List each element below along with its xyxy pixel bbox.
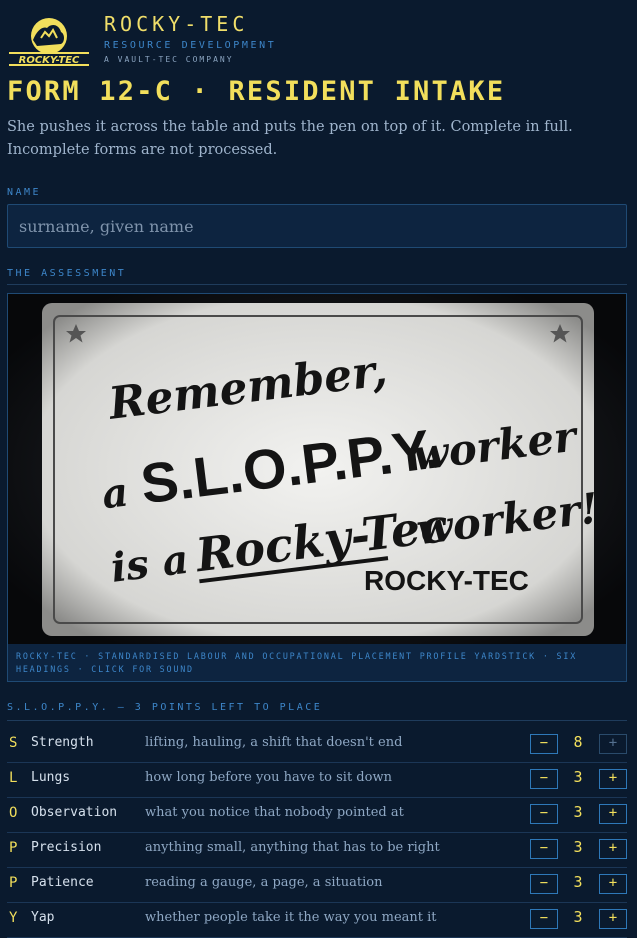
- stat-row: P Precision anything small, anything that …: [7, 832, 627, 868]
- increment-button[interactable]: +: [599, 734, 627, 754]
- stat-name: Strength: [31, 735, 94, 750]
- increment-button[interactable]: +: [599, 839, 627, 859]
- stat-letter: P: [9, 840, 18, 856]
- logo-text: ROCKY-TEC: [19, 55, 80, 66]
- stat-value: 3: [573, 873, 583, 891]
- stat-letter: O: [9, 805, 18, 821]
- stat-row: Y Yap whether people take it the way you m…: [7, 902, 627, 938]
- rocky-tec-logo: ROCKY-TEC: [7, 14, 91, 66]
- stat-value: 3: [573, 908, 583, 926]
- stat-letter: Y: [9, 910, 18, 926]
- stat-name: Lungs: [31, 770, 71, 785]
- stat-letter: L: [9, 770, 18, 786]
- stat-name: Patience: [31, 875, 94, 890]
- stat-name: Yap: [31, 910, 55, 925]
- stat-description: lifting, hauling, a shift that doesn't e…: [145, 735, 403, 750]
- poster-caption: ROCKY-TEC · STANDARDISED LABOUR AND OCCU…: [16, 651, 578, 674]
- name-label: NAME: [7, 187, 42, 198]
- stat-row: P Patience reading a gauge, a page, a situ…: [7, 867, 627, 903]
- name-input[interactable]: [7, 204, 627, 248]
- stat-letter: S: [9, 735, 18, 751]
- divider: [7, 284, 627, 285]
- increment-button[interactable]: +: [599, 804, 627, 824]
- stat-row: L Lungs how long before you have to sit do…: [7, 762, 627, 798]
- stat-value: 8: [573, 733, 583, 751]
- stat-value: 3: [573, 803, 583, 821]
- stat-row: S Strength lifting, hauling, a shift that …: [7, 727, 627, 763]
- stat-value: 3: [573, 768, 583, 786]
- assessment-label: THE ASSESSMENT: [7, 268, 127, 279]
- brand-subtitle: RESOURCE DEVELOPMENT: [104, 40, 277, 51]
- stat-description: whether people take it the way you meant…: [145, 910, 437, 925]
- increment-button[interactable]: +: [599, 874, 627, 894]
- brand-name: ROCKY-TEC: [104, 12, 249, 36]
- decrement-button[interactable]: −: [530, 804, 558, 824]
- form-title: FORM 12-C · RESIDENT INTAKE: [7, 76, 506, 107]
- poster-line-3a: is a: [108, 536, 191, 592]
- stat-value: 3: [573, 838, 583, 856]
- increment-button[interactable]: +: [599, 909, 627, 929]
- poster-brand: ROCKY-TEC: [364, 565, 529, 596]
- stat-description: what you notice that nobody pointed at: [145, 805, 404, 820]
- decrement-button[interactable]: −: [530, 839, 558, 859]
- increment-button[interactable]: +: [599, 769, 627, 789]
- stat-name: Observation: [31, 805, 118, 820]
- sloppy-poster-image[interactable]: Remember, a S.L.O.P.P.Y. worker is a Roc…: [8, 294, 626, 644]
- stat-letter: P: [9, 875, 18, 891]
- stat-name: Precision: [31, 840, 102, 855]
- stat-row: O Observation what you notice that nobody …: [7, 797, 627, 833]
- assessment-poster-panel[interactable]: Remember, a S.L.O.P.P.Y. worker is a Roc…: [7, 293, 627, 682]
- decrement-button[interactable]: −: [530, 769, 558, 789]
- header: ROCKY-TEC ROCKY-TEC RESOURCE DEVELOPMENT…: [7, 10, 627, 68]
- divider: [7, 720, 627, 721]
- sloppy-label: S.L.O.P.P.Y. — 3 POINTS LEFT TO PLACE: [7, 702, 323, 713]
- brand-tagline: A VAULT-TEC COMPANY: [104, 55, 234, 64]
- decrement-button[interactable]: −: [530, 874, 558, 894]
- stat-description: reading a gauge, a page, a situation: [145, 875, 383, 890]
- decrement-button[interactable]: −: [530, 734, 558, 754]
- decrement-button[interactable]: −: [530, 909, 558, 929]
- form-intro: She pushes it across the table and puts …: [7, 119, 573, 158]
- stat-description: anything small, anything that has to be …: [145, 840, 440, 855]
- stat-description: how long before you have to sit down: [145, 770, 392, 785]
